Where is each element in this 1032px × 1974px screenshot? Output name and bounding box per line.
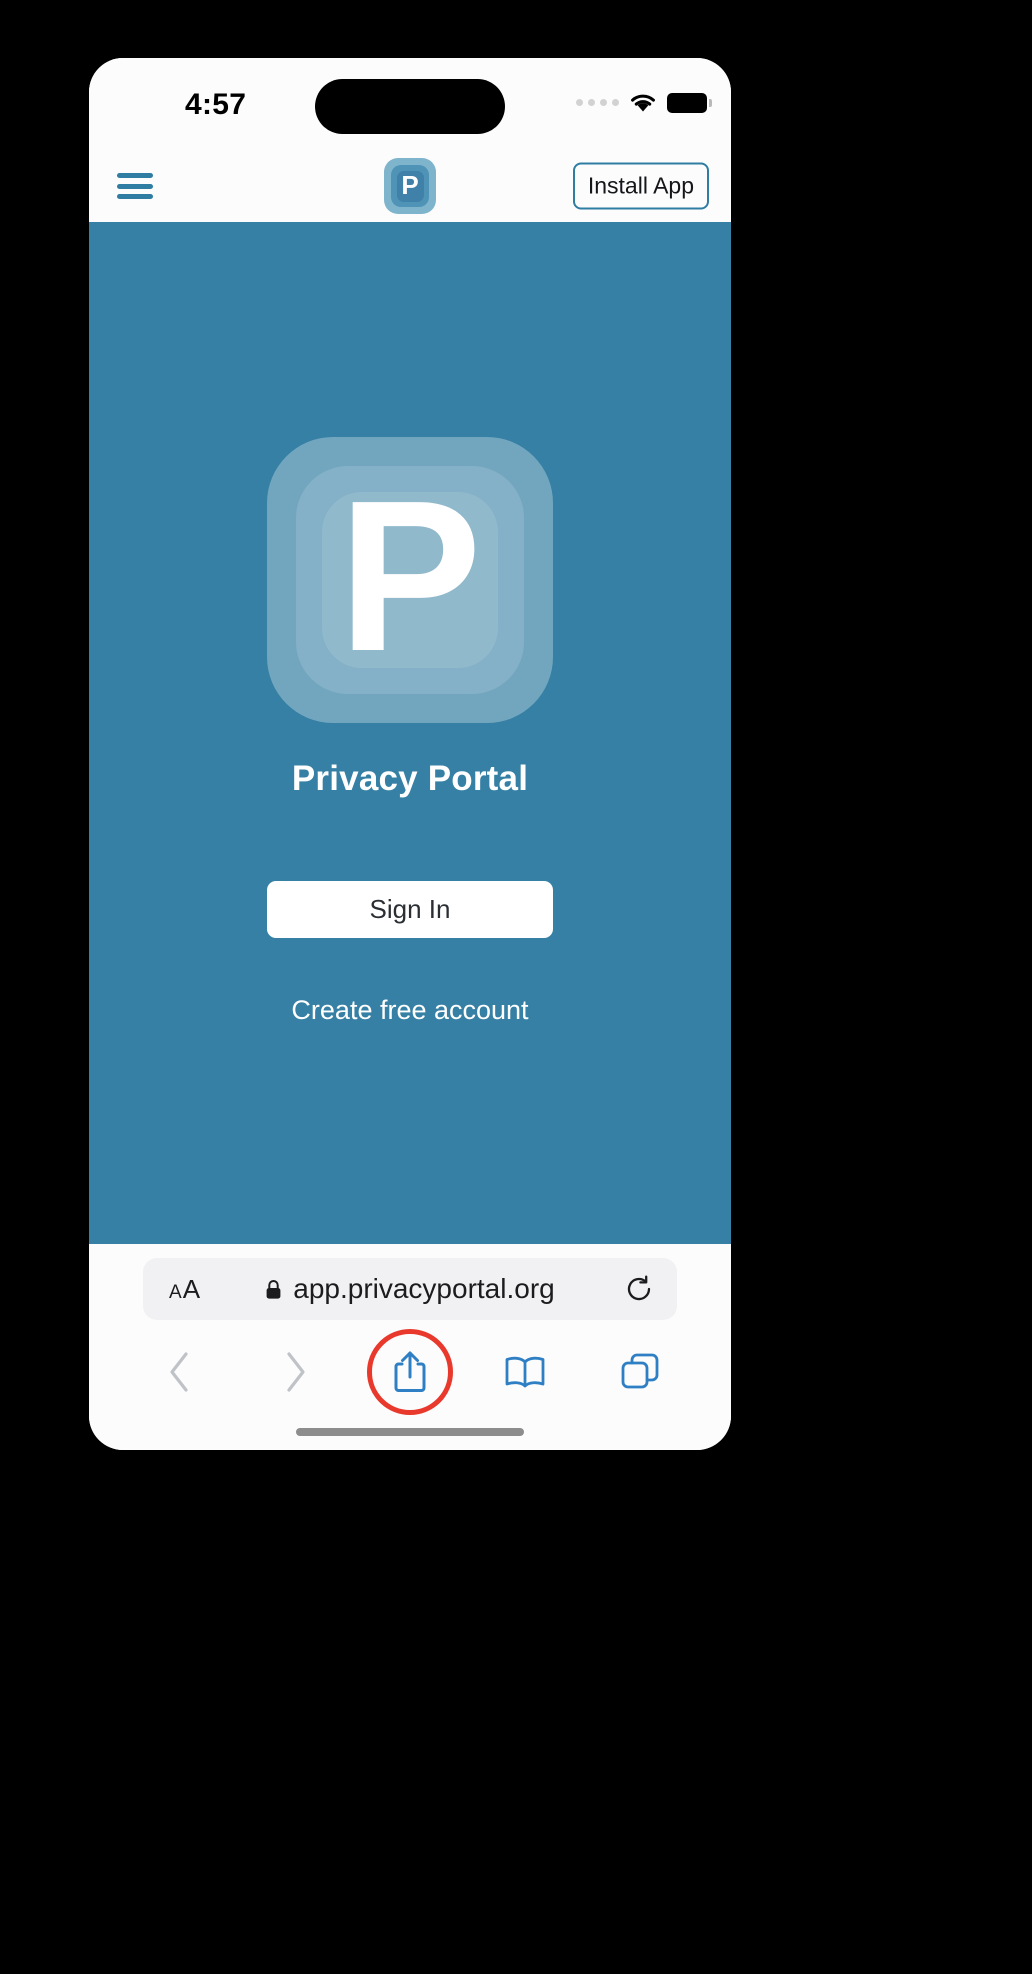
- chevron-left-icon: [170, 1352, 188, 1392]
- text-size-small-a: A: [169, 1281, 182, 1303]
- status-bar: 4:57: [89, 58, 731, 150]
- tabs-button[interactable]: [605, 1337, 675, 1407]
- hamburger-menu-icon[interactable]: [117, 173, 153, 199]
- back-button[interactable]: [145, 1337, 215, 1407]
- signal-dots-icon: [576, 99, 619, 106]
- reload-icon[interactable]: [625, 1275, 653, 1303]
- lock-icon: [266, 1279, 281, 1299]
- create-account-link[interactable]: Create free account: [291, 995, 528, 1026]
- phone-screen: 4:57 P Install App P Privacy Portal Sign…: [89, 58, 731, 1450]
- share-icon: [394, 1351, 426, 1392]
- text-size-button[interactable]: A A: [169, 1274, 200, 1305]
- safari-toolbar: A A app.privacyportal.org: [89, 1244, 731, 1450]
- page-title: Privacy Portal: [291, 759, 529, 798]
- status-time: 4:57: [185, 88, 247, 121]
- page-content: P Privacy Portal Sign In Create free acc…: [89, 222, 731, 1244]
- browser-nav-row: [89, 1320, 731, 1424]
- share-button[interactable]: [366, 1329, 453, 1415]
- url-display: app.privacyportal.org: [265, 1273, 555, 1305]
- dynamic-island: [315, 79, 505, 134]
- text-size-large-a: A: [182, 1273, 201, 1304]
- book-icon: [505, 1356, 545, 1388]
- forward-button[interactable]: [260, 1337, 330, 1407]
- chevron-right-icon: [287, 1352, 305, 1392]
- wifi-icon: [631, 94, 655, 112]
- header-logo-letter: P: [396, 170, 424, 202]
- app-icon: P: [267, 437, 553, 723]
- privacy-portal-logo-icon[interactable]: P: [384, 158, 436, 214]
- url-bar[interactable]: A A app.privacyportal.org: [143, 1258, 677, 1320]
- sign-in-button[interactable]: Sign In: [267, 881, 553, 938]
- tabs-icon: [621, 1353, 658, 1389]
- home-indicator: [296, 1428, 524, 1436]
- install-app-button[interactable]: Install App: [572, 162, 709, 210]
- app-icon-letter: P: [338, 454, 482, 696]
- status-indicators: [576, 92, 712, 113]
- url-text: app.privacyportal.org: [293, 1273, 555, 1304]
- battery-full-icon: [667, 92, 712, 113]
- site-header: P Install App: [89, 150, 731, 222]
- bookmarks-button[interactable]: [490, 1337, 560, 1407]
